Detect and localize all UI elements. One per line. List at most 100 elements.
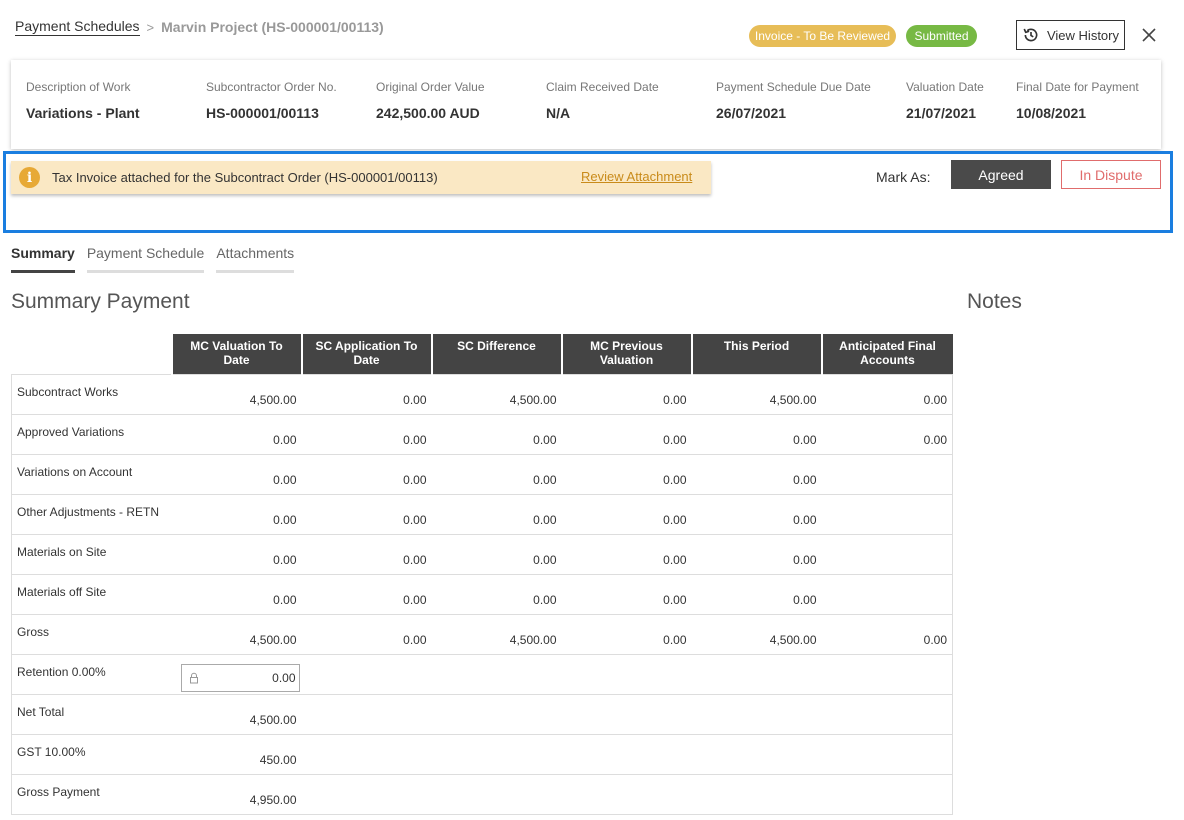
cell-value: 450.00 bbox=[171, 734, 302, 775]
tab-summary[interactable]: Summary bbox=[11, 245, 75, 273]
cell-value: 0.00 bbox=[561, 534, 692, 575]
detail-payment-schedule-due-date: Payment Schedule Due Date 26/07/2021 bbox=[716, 80, 871, 121]
empty-cell bbox=[301, 694, 953, 735]
cell-value: 0.00 bbox=[171, 574, 302, 615]
view-history-button[interactable]: View History bbox=[1016, 20, 1125, 50]
detail-value: N/A bbox=[546, 105, 571, 121]
cell-value: 0.00 bbox=[301, 373, 432, 415]
cell-value: 0.00 bbox=[691, 414, 822, 455]
cell-value: 0.00 bbox=[561, 373, 692, 415]
detail-label: Original Order Value bbox=[376, 80, 485, 94]
cell-value: 0.00 bbox=[431, 454, 562, 495]
row-label: Net Total bbox=[11, 694, 172, 735]
cell-value: 4,500.00 bbox=[431, 614, 562, 655]
detail-value: 10/08/2021 bbox=[1016, 105, 1087, 121]
in-dispute-button[interactable]: In Dispute bbox=[1061, 160, 1161, 189]
table-row: Subcontract Works 4,500.00 0.00 4,500.00… bbox=[11, 373, 953, 415]
tab-bar: Summary Payment Schedule Attachments bbox=[11, 245, 306, 273]
history-icon bbox=[1023, 28, 1038, 42]
cell-value: 0.00 bbox=[561, 574, 692, 615]
table-row: Other Adjustments - RETN 0.00 0.00 0.00 … bbox=[11, 494, 953, 535]
cell-value: 0.00 bbox=[821, 414, 953, 455]
cell-value: 4,500.00 bbox=[431, 373, 562, 415]
cell-value: 0.00 bbox=[561, 494, 692, 535]
cell-value bbox=[821, 454, 953, 495]
cell-value bbox=[821, 534, 953, 575]
close-icon[interactable] bbox=[1140, 26, 1158, 44]
column-header: MC Valuation To Date bbox=[170, 334, 302, 374]
cell-value: 0.00 bbox=[431, 574, 562, 615]
detail-label: Description of Work bbox=[26, 80, 131, 94]
tab-attachments[interactable]: Attachments bbox=[216, 245, 295, 273]
column-header: SC Difference bbox=[430, 334, 562, 374]
detail-description-of-work: Description of Work Variations - Plant bbox=[26, 80, 140, 121]
cell-value: 0.00 bbox=[431, 534, 562, 575]
breadcrumb: Payment Schedules > Marvin Project (HS-0… bbox=[15, 18, 384, 36]
row-label: Materials off Site bbox=[11, 574, 172, 615]
column-header: MC Previous Valuation bbox=[560, 334, 692, 374]
detail-subcontractor-order-no: Subcontractor Order No. HS-000001/00113 bbox=[206, 80, 337, 121]
cell-value: 0.00 bbox=[821, 614, 953, 655]
row-label: Retention 0.00% bbox=[11, 654, 172, 695]
review-attachment-link[interactable]: Review Attachment bbox=[581, 169, 692, 184]
cell-value: 0.00 bbox=[301, 574, 432, 615]
breadcrumb-separator: > bbox=[146, 19, 155, 35]
retention-input[interactable]: 0.00 bbox=[180, 663, 300, 692]
breadcrumb-payment-schedules[interactable]: Payment Schedules bbox=[15, 18, 140, 36]
cell-value: 0.00 bbox=[431, 414, 562, 455]
cell-value: 0.00 bbox=[301, 414, 432, 455]
table-row: Gross 4,500.00 0.00 4,500.00 0.00 4,500.… bbox=[11, 614, 953, 655]
row-label: Approved Variations bbox=[11, 414, 172, 455]
alert-message: Tax Invoice attached for the Subcontract… bbox=[52, 170, 438, 185]
cell-value: 4,500.00 bbox=[171, 614, 302, 655]
cell-value: 4,500.00 bbox=[171, 373, 302, 415]
notes-title: Notes bbox=[967, 290, 1022, 313]
cell-value: 0.00 bbox=[431, 494, 562, 535]
cell-value: 0.00 bbox=[691, 534, 822, 575]
table-row: Approved Variations 0.00 0.00 0.00 0.00 … bbox=[11, 414, 953, 455]
detail-value: 26/07/2021 bbox=[716, 105, 787, 121]
retention-value: 0.00 bbox=[272, 670, 296, 685]
cell-value: 0.00 bbox=[821, 373, 953, 415]
empty-cell bbox=[301, 734, 953, 775]
cell-value: 0.00 bbox=[561, 414, 692, 455]
lock-icon bbox=[189, 672, 198, 683]
row-label: Other Adjustments - RETN bbox=[11, 494, 172, 535]
table-header-blank bbox=[12, 334, 172, 374]
row-label: Gross Payment bbox=[11, 774, 172, 815]
agreed-button[interactable]: Agreed bbox=[951, 160, 1051, 189]
mark-as-label: Mark As: bbox=[876, 169, 931, 185]
detail-value: HS-000001/00113 bbox=[206, 105, 319, 121]
cell-value: 0.00 bbox=[171, 414, 302, 455]
empty-cell bbox=[301, 774, 953, 815]
summary-payment-title: Summary Payment bbox=[11, 290, 190, 313]
cell-value: 0.00 bbox=[301, 494, 432, 535]
cell-value: 0.00 bbox=[691, 454, 822, 495]
tab-payment-schedule[interactable]: Payment Schedule bbox=[86, 245, 205, 273]
table-row: Materials on Site 0.00 0.00 0.00 0.00 0.… bbox=[11, 534, 953, 575]
table-row-gross-payment: Gross Payment 4,950.00 bbox=[11, 774, 953, 815]
cell-value: 4,950.00 bbox=[171, 774, 302, 815]
invoice-status-badge: Invoice - To Be Reviewed bbox=[749, 25, 896, 47]
detail-label: Claim Received Date bbox=[546, 80, 659, 94]
detail-claim-received-date: Claim Received Date N/A bbox=[546, 80, 659, 121]
row-label: Materials on Site bbox=[11, 534, 172, 575]
table-row-gst: GST 10.00% 450.00 bbox=[11, 734, 953, 775]
cell-value bbox=[821, 574, 953, 615]
row-label: Variations on Account bbox=[11, 454, 172, 495]
retention-cell: 0.00 bbox=[171, 654, 302, 695]
column-header: SC Application To Date bbox=[300, 334, 432, 374]
detail-label: Final Date for Payment bbox=[1016, 80, 1139, 94]
detail-value: Variations - Plant bbox=[26, 105, 140, 121]
detail-original-order-value: Original Order Value 242,500.00 AUD bbox=[376, 80, 485, 121]
table-header-row: MC Valuation To Date SC Application To D… bbox=[12, 334, 953, 374]
cell-value: 0.00 bbox=[301, 534, 432, 575]
row-label: Gross bbox=[11, 614, 172, 655]
detail-value: 242,500.00 AUD bbox=[376, 105, 480, 121]
column-header: Anticipated Final Accounts bbox=[820, 334, 953, 374]
cell-value: 0.00 bbox=[171, 534, 302, 575]
table-row-retention: Retention 0.00% 0.00 bbox=[11, 654, 953, 695]
view-history-label: View History bbox=[1046, 27, 1119, 43]
detail-label: Valuation Date bbox=[906, 80, 984, 94]
row-label: Subcontract Works bbox=[11, 373, 172, 415]
